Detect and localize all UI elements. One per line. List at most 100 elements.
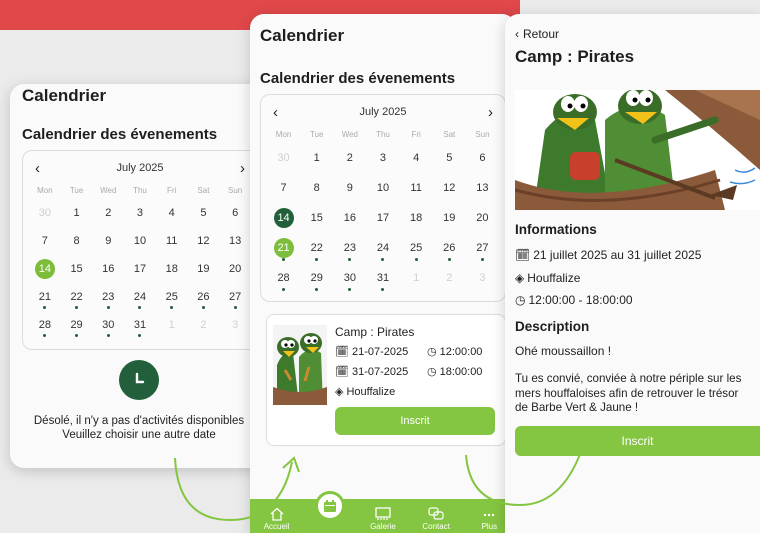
calendar-day[interactable]: 13 [219,227,251,255]
calendar-day[interactable]: 17 [366,203,399,233]
calendar-day[interactable]: 19 [188,255,220,283]
calendar-day[interactable]: 10 [124,227,156,255]
calendar-day[interactable]: 21 [29,283,61,311]
calendar-day[interactable]: 12 [188,227,220,255]
event-title: Camp : Pirates [335,325,415,339]
calendar-icon: 🗓 [335,346,349,358]
inscrit-button[interactable]: Inscrit [335,407,495,435]
weekday-label: Mon [275,130,292,139]
calendar-day-number: 6 [479,152,486,164]
calendar-day-number: 26 [197,291,210,303]
calendar-day[interactable]: 1 [61,199,93,227]
calendar-day[interactable]: 31 [124,311,156,339]
calendar-day[interactable]: 29 [300,263,333,293]
calendar-day[interactable]: 24 [124,283,156,311]
calendar-day[interactable]: 15 [61,255,93,283]
chevron-right-icon[interactable]: › [240,161,245,176]
calendar-day-number: 4 [413,152,420,164]
calendar-day[interactable]: 24 [366,233,399,263]
tab-accueil[interactable]: Accueil [252,507,302,531]
calendar-day[interactable]: 1 [156,311,188,339]
clock-icon [119,360,159,400]
calendar-day-number: 12 [443,182,456,194]
calendar-day[interactable]: 1 [400,263,433,293]
calendar-day[interactable]: 4 [400,143,433,173]
chevron-left-icon[interactable]: ‹ [273,105,278,120]
calendar-day[interactable]: 20 [219,255,251,283]
calendar-day[interactable]: 30 [267,143,300,173]
calendar-day[interactable]: 27 [466,233,499,263]
calendar-day[interactable]: 3 [366,143,399,173]
calendar-day[interactable]: 19 [433,203,466,233]
calendar-day[interactable]: 18 [156,255,188,283]
calendar-month: July 2025 [359,106,407,118]
calendar-day[interactable]: 25 [156,283,188,311]
calendar-day[interactable]: 14 [267,203,300,233]
tab-calendar[interactable] [305,491,355,531]
calendar-day[interactable]: 27 [219,283,251,311]
calendar-day[interactable]: 26 [188,283,220,311]
calendar-day[interactable]: 23 [92,283,124,311]
calendar-day-number: 2 [446,272,453,284]
calendar-day[interactable]: 12 [433,173,466,203]
calendar-day[interactable]: 22 [300,233,333,263]
calendar-day[interactable]: 5 [433,143,466,173]
calendar-day[interactable]: 30 [29,199,61,227]
calendar-day-number: 19 [443,212,456,224]
calendar-day[interactable]: 8 [61,227,93,255]
calendar-day[interactable]: 11 [156,227,188,255]
calendar-day[interactable]: 8 [300,173,333,203]
calendar-day[interactable]: 23 [333,233,366,263]
back-link[interactable]: ‹ Retour [515,27,559,41]
calendar-day[interactable]: 5 [188,199,220,227]
calendar-day[interactable]: 18 [400,203,433,233]
calendar-day[interactable]: 28 [29,311,61,339]
calendar-day[interactable]: 20 [466,203,499,233]
calendar-day-number: 27 [476,242,489,254]
calendar-day[interactable]: 16 [92,255,124,283]
calendar-day[interactable]: 3 [466,263,499,293]
calendar-day[interactable]: 11 [400,173,433,203]
calendar-day[interactable]: 15 [300,203,333,233]
empty-message: Désolé, il n'y a pas d'activités disponi… [10,414,268,442]
calendar-day[interactable]: 25 [400,233,433,263]
calendar-day-number: 22 [310,242,323,254]
calendar-day[interactable]: 14 [29,255,61,283]
inscrit-button[interactable]: Inscrit [515,426,760,456]
calendar-day[interactable]: 28 [267,263,300,293]
calendar-day[interactable]: 26 [433,233,466,263]
calendar-day-number: 18 [165,263,178,275]
calendar-day[interactable]: 17 [124,255,156,283]
calendar-day[interactable]: 30 [333,263,366,293]
calendar-day[interactable]: 13 [466,173,499,203]
calendar-day[interactable]: 9 [333,173,366,203]
calendar-day[interactable]: 2 [333,143,366,173]
chevron-right-icon[interactable]: › [488,105,493,120]
calendar-day[interactable]: 4 [156,199,188,227]
calendar-day[interactable]: 7 [267,173,300,203]
calendar-day[interactable]: 2 [433,263,466,293]
calendar-day[interactable]: 21 [267,233,300,263]
calendar-day[interactable]: 16 [333,203,366,233]
calendar-day[interactable]: 31 [366,263,399,293]
calendar-day[interactable]: 2 [92,199,124,227]
calendar-day[interactable]: 10 [366,173,399,203]
calendar-day[interactable]: 6 [219,199,251,227]
calendar-day[interactable]: 9 [92,227,124,255]
calendar-day[interactable]: 2 [188,311,220,339]
calendar-day[interactable]: 7 [29,227,61,255]
calendar-day[interactable]: 1 [300,143,333,173]
empty-message-line2: Veuillez choisir une autre date [62,429,216,441]
calendar-day[interactable]: 30 [92,311,124,339]
event-card[interactable]: Camp : Pirates 🗓 21-07-2025 ◷ 12:00:00 🗓… [266,314,506,446]
chevron-left-icon[interactable]: ‹ [35,161,40,176]
calendar-day[interactable]: 6 [466,143,499,173]
calendar-day[interactable]: 3 [219,311,251,339]
calendar-day[interactable]: 29 [61,311,93,339]
tab-galerie[interactable]: Galerie [358,507,408,531]
calendar-day[interactable]: 3 [124,199,156,227]
tab-contact[interactable]: Contact [411,507,461,531]
calendar-day[interactable]: 22 [61,283,93,311]
event-start-date: 21-07-2025 [351,345,409,358]
calendar-day-number: 9 [346,182,353,194]
